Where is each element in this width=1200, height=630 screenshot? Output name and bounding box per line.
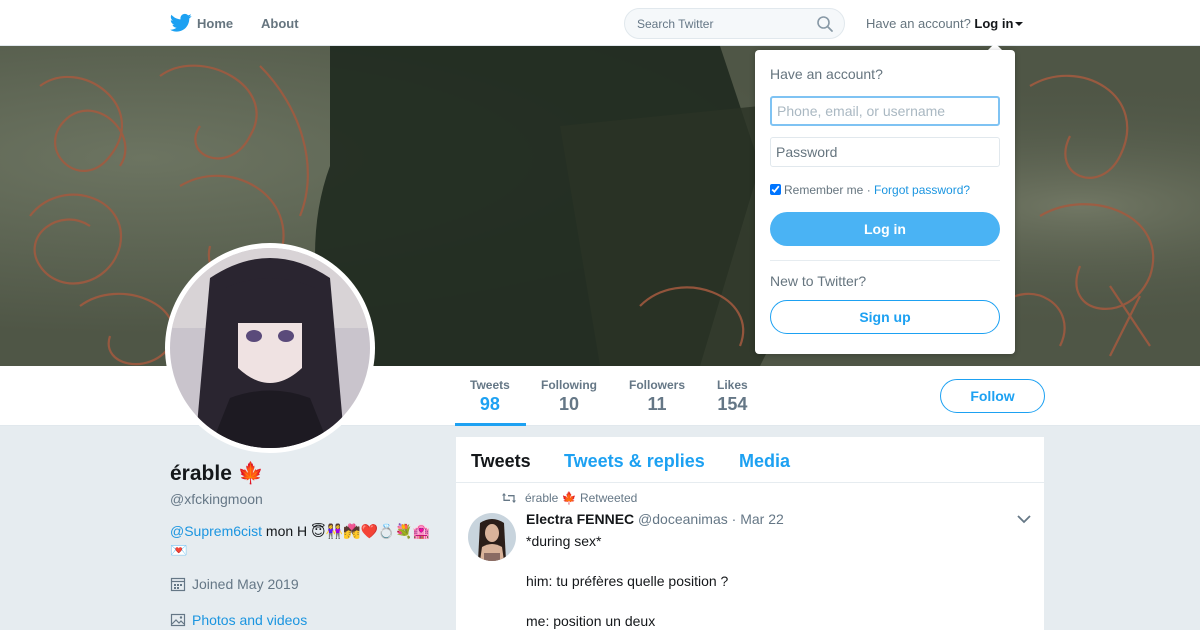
tweet-line xyxy=(526,551,728,571)
follow-button[interactable]: Follow xyxy=(940,379,1045,413)
caret-down-icon[interactable] xyxy=(1015,22,1024,26)
separator-dot: · xyxy=(863,183,875,197)
account-prompt: Have an account? Log in xyxy=(866,16,1024,31)
retweet-context: érable 🍁 Retweeted xyxy=(501,491,637,505)
signup-button[interactable]: Sign up xyxy=(770,300,1000,334)
twitter-bird-icon[interactable] xyxy=(170,13,192,33)
tweet-avatar-image xyxy=(468,513,516,561)
stat-value: 98 xyxy=(479,394,500,414)
search-box[interactable]: Search Twitter xyxy=(624,8,845,39)
stat-likes[interactable]: Likes 154 xyxy=(717,378,748,415)
tab-tweets-replies[interactable]: Tweets & replies xyxy=(564,451,705,472)
nav-about-link[interactable]: About xyxy=(261,16,299,31)
login-menu-toggle[interactable]: Log in xyxy=(974,16,1024,31)
tweet-author-name[interactable]: Electra FENNEC xyxy=(526,511,634,527)
tab-tweets[interactable]: Tweets xyxy=(471,451,531,472)
top-navigation-bar: Home About Search Twitter Have an accoun… xyxy=(0,0,1200,46)
nav-home-link[interactable]: Home xyxy=(197,16,233,31)
profile-handle: @xfckingmoon xyxy=(170,491,263,507)
remember-me-row: Remember me · Forgot password? xyxy=(770,183,970,197)
tweet-line xyxy=(526,591,728,611)
joined-text: Joined May 2019 xyxy=(192,576,299,592)
search-input[interactable]: Search Twitter xyxy=(637,17,713,31)
active-stat-underline xyxy=(455,423,526,426)
tweet-header: Electra FENNEC @doceanimas · Mar 22 xyxy=(526,511,784,527)
photo-icon xyxy=(170,613,186,627)
stat-label: Following xyxy=(541,378,597,392)
retweet-note[interactable]: érable 🍁 Retweeted xyxy=(525,491,637,505)
new-to-twitter-text: New to Twitter? xyxy=(770,273,867,289)
stat-followers[interactable]: Followers 11 xyxy=(629,378,685,415)
have-account-text: Have an account? xyxy=(866,16,971,31)
tweet-text: *during sex* him: tu préfères quelle pos… xyxy=(526,531,728,630)
profile-bio: @Suprem6cist mon H 😇👭💏❤️💍💐🏩💌 xyxy=(170,522,440,560)
dropdown-title: Have an account? xyxy=(770,66,883,82)
avatar-image xyxy=(170,248,370,448)
stat-following[interactable]: Following 10 xyxy=(541,378,597,415)
login-dropdown: Have an account? Remember me · Forgot pa… xyxy=(755,50,1015,354)
photos-videos-label[interactable]: Photos and videos xyxy=(192,612,307,628)
search-icon[interactable] xyxy=(816,15,834,33)
retweet-icon xyxy=(502,493,516,503)
stat-value: 10 xyxy=(558,394,580,414)
stat-tweets[interactable]: Tweets 98 xyxy=(470,378,510,415)
login-button[interactable]: Log in xyxy=(770,212,1000,246)
login-menu-label[interactable]: Log in xyxy=(974,16,1013,31)
username-field[interactable] xyxy=(770,96,1000,126)
tab-media[interactable]: Media xyxy=(739,451,790,472)
password-field[interactable] xyxy=(770,137,1000,167)
calendar-icon xyxy=(170,577,186,592)
tweet-line: *during sex* xyxy=(526,533,602,549)
remember-me-label[interactable]: Remember me xyxy=(784,183,863,197)
divider xyxy=(770,260,1000,261)
tweet-line: me: position un deux xyxy=(526,613,656,629)
joined-date: Joined May 2019 xyxy=(170,576,299,592)
photos-videos-link[interactable]: Photos and videos xyxy=(170,612,307,628)
chevron-down-icon[interactable] xyxy=(1017,514,1031,524)
stat-value: 11 xyxy=(647,394,667,414)
stat-label: Followers xyxy=(629,378,686,392)
stat-value: 154 xyxy=(717,394,748,414)
stat-label: Likes xyxy=(717,378,748,392)
bio-mention-link[interactable]: @Suprem6cist xyxy=(170,523,262,539)
tweet-line: him: tu préfères quelle position ? xyxy=(526,573,729,589)
forgot-password-link[interactable]: Forgot password? xyxy=(874,183,970,197)
profile-name: érable 🍁 xyxy=(170,462,264,485)
remember-me-checkbox[interactable] xyxy=(770,184,781,195)
timeline: Tweets Tweets & replies Media érable 🍁 R… xyxy=(456,437,1044,630)
profile-avatar[interactable] xyxy=(165,243,375,453)
tweet-author-avatar[interactable] xyxy=(468,513,516,561)
tweet-date[interactable]: · Mar 22 xyxy=(732,511,784,527)
tweet-author-handle[interactable]: @doceanimas xyxy=(638,511,728,527)
stat-label: Tweets xyxy=(470,378,510,392)
timeline-tabs: Tweets Tweets & replies Media xyxy=(456,437,1044,483)
